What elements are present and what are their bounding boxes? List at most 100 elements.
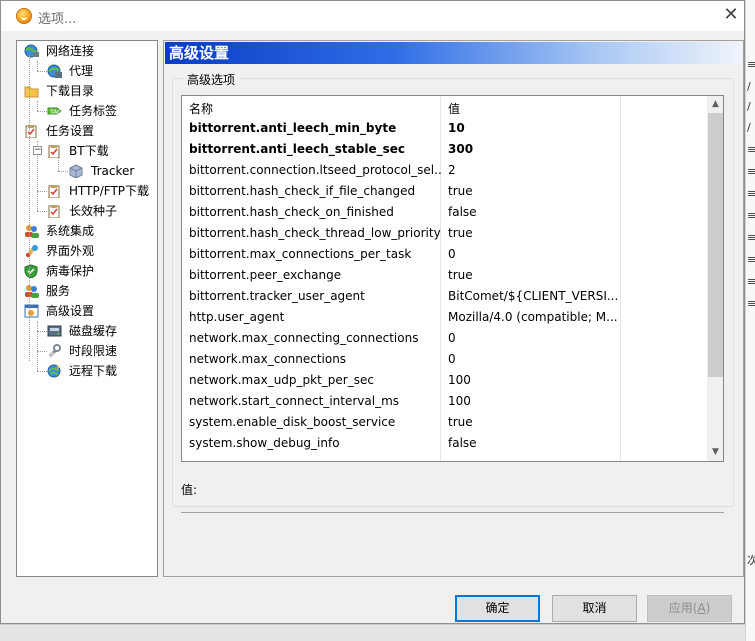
sidebar-item-label: 病毒保护 bbox=[46, 264, 95, 278]
option-value: false bbox=[448, 205, 477, 219]
sidebar-item-label: 网络连接 bbox=[46, 44, 95, 58]
option-row[interactable]: system.show_debug_info false bbox=[182, 433, 707, 454]
option-value: true bbox=[448, 226, 473, 240]
option-row[interactable]: bittorrent.max_connections_per_task 0 bbox=[182, 244, 707, 265]
background-glyph: ≡ bbox=[747, 165, 755, 178]
clipboard-icon bbox=[47, 204, 62, 219]
shield-icon bbox=[24, 264, 39, 279]
scrollbar-thumb[interactable] bbox=[708, 113, 723, 377]
option-value: 300 bbox=[448, 142, 474, 156]
option-row[interactable]: network.max_connections 0 bbox=[182, 349, 707, 370]
option-row[interactable]: http.user_agent Mozilla/4.0 (compatible; … bbox=[182, 307, 707, 328]
sidebar-item-label: 时段限速 bbox=[69, 344, 118, 358]
sidebar-item-label: BT下载 bbox=[69, 144, 109, 158]
option-row[interactable]: system.enable_disk_boost_service true bbox=[182, 412, 707, 433]
option-row[interactable]: bittorrent.connection.ltseed_protocol_se… bbox=[182, 160, 707, 181]
background-glyph: / bbox=[747, 121, 751, 134]
background-glyph: / bbox=[747, 100, 751, 113]
bitcomet-app-icon bbox=[16, 8, 32, 24]
background-glyph: ≡ bbox=[747, 209, 755, 222]
background-glyph: 次 bbox=[747, 554, 755, 567]
option-row[interactable]: bittorrent.tracker_user_agent BitComet/${… bbox=[182, 286, 707, 307]
wrench-icon bbox=[47, 344, 62, 358]
svg-text:TAG: TAG bbox=[49, 109, 62, 116]
option-value: Mozilla/4.0 (compatible; M... bbox=[448, 310, 618, 324]
globe-proxy-icon bbox=[47, 64, 62, 78]
panel-title: 高级设置 bbox=[165, 42, 742, 64]
scroll-down-icon[interactable]: ▼ bbox=[707, 444, 723, 461]
sidebar-item-label: 高级设置 bbox=[46, 304, 95, 318]
sidebar-item-label: 任务标签 bbox=[69, 104, 118, 118]
background-glyph: ≡ bbox=[747, 187, 755, 200]
vertical-scrollbar[interactable]: ▲ ▼ bbox=[707, 96, 723, 461]
sidebar-item-label: 代理 bbox=[69, 64, 94, 78]
clipboard-icon bbox=[47, 144, 62, 159]
tree-connector bbox=[37, 321, 38, 371]
background-glyph: ≡ bbox=[747, 275, 755, 288]
apply-button[interactable]: 应用(A) bbox=[647, 595, 732, 622]
sidebar-item-label: Tracker bbox=[91, 164, 135, 178]
apply-label-close: ) bbox=[705, 601, 711, 615]
users-icon bbox=[24, 224, 39, 238]
scroll-up-icon[interactable]: ▲ bbox=[707, 96, 723, 113]
sidebar-item-label: 远程下载 bbox=[69, 364, 118, 378]
background-glyph: ≡ bbox=[747, 297, 755, 310]
clipboard-icon bbox=[24, 124, 39, 139]
apply-label: 应用( bbox=[668, 601, 698, 615]
option-row[interactable]: network.max_udp_pkt_per_sec 100 bbox=[182, 370, 707, 391]
settings-tree[interactable]: 网络连接 代理 下载目录 TAG 任务标签 任务设置 BT下载 Tracker HTTP/FTP… bbox=[16, 40, 158, 577]
option-name: system.enable_disk_boost_service bbox=[189, 415, 396, 429]
option-row[interactable]: bittorrent.anti_leech_stable_sec 300 bbox=[182, 139, 707, 160]
title-bar[interactable]: 选项... ✕ bbox=[1, 1, 744, 31]
option-value: 10 bbox=[448, 121, 465, 135]
advanced-options-list[interactable]: 名称 值 bittorrent.anti_leech_min_byte 10 bit… bbox=[181, 95, 724, 462]
option-name: bittorrent.max_connections_per_task bbox=[189, 247, 412, 261]
option-value: false bbox=[448, 436, 477, 450]
option-name: network.start_connect_interval_ms bbox=[189, 394, 400, 408]
tree-connector bbox=[37, 331, 47, 332]
option-value: true bbox=[448, 415, 473, 429]
option-name: bittorrent.peer_exchange bbox=[189, 268, 342, 282]
tree-connector bbox=[58, 171, 68, 172]
sidebar-item-label: 任务设置 bbox=[46, 124, 95, 138]
option-name: bittorrent.connection.ltseed_protocol_se… bbox=[189, 163, 441, 177]
option-row[interactable]: bittorrent.anti_leech_min_byte 10 bbox=[182, 118, 707, 139]
settings-panel: 高级设置 高级选项 名称 值 bittorrent.anti_leech_min… bbox=[163, 40, 744, 577]
folder-icon bbox=[24, 84, 39, 98]
clipboard-icon bbox=[47, 184, 62, 199]
close-icon[interactable]: ✕ bbox=[719, 4, 743, 26]
tree-connector bbox=[58, 153, 59, 171]
option-row[interactable]: bittorrent.peer_exchange true bbox=[182, 265, 707, 286]
paint-icon bbox=[24, 244, 39, 258]
sidebar-item-label: HTTP/FTP下载 bbox=[69, 184, 150, 198]
globe-network-icon bbox=[24, 44, 39, 58]
option-row[interactable]: bittorrent.hash_check_on_finished false bbox=[182, 202, 707, 223]
apply-shortcut-key: A bbox=[697, 601, 706, 615]
option-row[interactable]: network.start_connect_interval_ms 100 bbox=[182, 391, 707, 412]
options-dialog: 选项... ✕ 网络连接 代理 下载目录 TAG 任务标签 任务设置 BT下载 Tracker… bbox=[0, 0, 745, 624]
column-header-name[interactable]: 名称 bbox=[189, 100, 213, 117]
ok-button[interactable]: 确定 bbox=[455, 595, 540, 622]
background-glyph: / bbox=[747, 80, 751, 93]
tree-connector bbox=[37, 71, 47, 72]
tree-connector bbox=[37, 61, 38, 71]
background-glyph: ≡ bbox=[747, 231, 755, 244]
column-header-value[interactable]: 值 bbox=[448, 100, 460, 117]
list-header[interactable]: 名称 值 bbox=[182, 96, 707, 118]
option-name: network.max_connections bbox=[189, 352, 347, 366]
globe-remote-icon bbox=[47, 364, 62, 378]
window-title: 选项... bbox=[38, 12, 77, 27]
tree-connector bbox=[37, 351, 47, 352]
option-row[interactable]: bittorrent.hash_check_thread_low_priorit… bbox=[182, 223, 707, 244]
disk-icon bbox=[47, 324, 62, 338]
option-row[interactable]: bittorrent.hash_check_if_file_changed tru… bbox=[182, 181, 707, 202]
option-value: true bbox=[448, 268, 473, 282]
option-name: http.user_agent bbox=[189, 310, 285, 324]
sidebar-item-label: 界面外观 bbox=[46, 244, 95, 258]
group-title: 高级选项 bbox=[183, 71, 240, 88]
option-row[interactable]: network.max_connecting_connections 0 bbox=[182, 328, 707, 349]
cancel-button[interactable]: 取消 bbox=[552, 595, 637, 622]
option-name: network.max_connecting_connections bbox=[189, 331, 419, 345]
collapse-toggle-icon[interactable]: − bbox=[33, 146, 42, 155]
option-name: network.max_udp_pkt_per_sec bbox=[189, 373, 374, 387]
